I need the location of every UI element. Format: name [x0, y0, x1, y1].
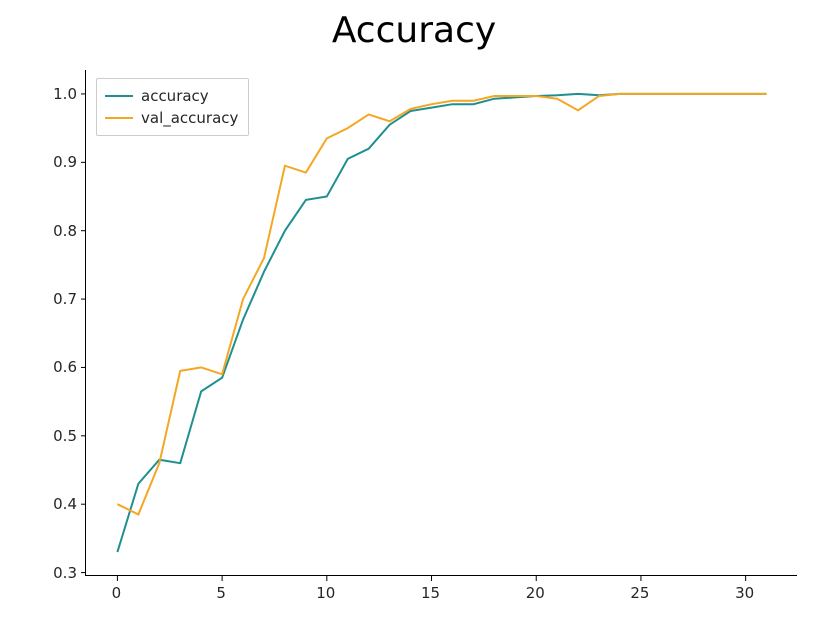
plot-area	[86, 70, 798, 576]
ytick-0_3: 0.3	[45, 564, 77, 582]
legend: accuracy val_accuracy	[96, 78, 249, 136]
ytick-0_7: 0.7	[45, 290, 77, 308]
legend-label-accuracy: accuracy	[141, 87, 209, 105]
legend-item-val-accuracy: val_accuracy	[105, 107, 238, 129]
chart-figure: Accuracy accuracy val_accuracy 0 5 10 15…	[0, 0, 828, 626]
xtick-20: 20	[526, 584, 545, 602]
xtick-25: 25	[630, 584, 649, 602]
xtick-0: 0	[112, 584, 122, 602]
legend-swatch-accuracy	[105, 95, 133, 97]
xtick-30: 30	[735, 584, 754, 602]
line-accuracy	[117, 94, 766, 552]
xtick-10: 10	[316, 584, 335, 602]
ytick-1_0: 1.0	[45, 85, 77, 103]
legend-swatch-val-accuracy	[105, 117, 133, 119]
ytick-0_8: 0.8	[45, 222, 77, 240]
legend-item-accuracy: accuracy	[105, 85, 238, 107]
ytick-0_9: 0.9	[45, 153, 77, 171]
ytick-0_4: 0.4	[45, 495, 77, 513]
ytick-0_5: 0.5	[45, 427, 77, 445]
chart-title: Accuracy	[0, 10, 828, 51]
xtick-5: 5	[216, 584, 226, 602]
chart-axes: accuracy val_accuracy	[85, 70, 797, 576]
line-val_accuracy	[117, 94, 766, 515]
legend-label-val-accuracy: val_accuracy	[141, 109, 238, 127]
ytick-0_6: 0.6	[45, 358, 77, 376]
xtick-15: 15	[421, 584, 440, 602]
